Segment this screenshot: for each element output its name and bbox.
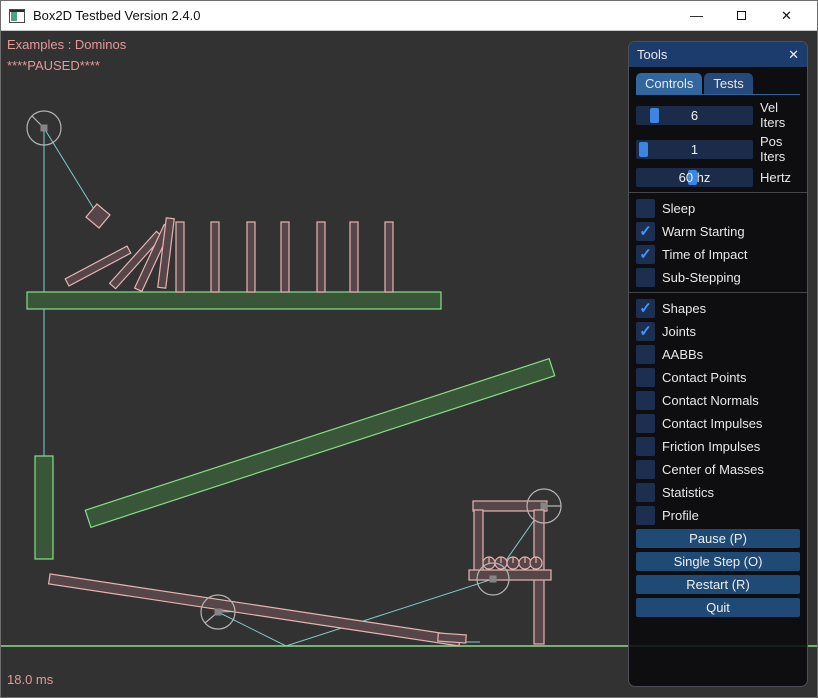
vel-iters-value: 6 xyxy=(636,108,753,123)
checkbox-box[interactable]: ✓ xyxy=(636,222,655,241)
checkbox-shapes[interactable]: ✓ Shapes xyxy=(636,299,800,318)
minimize-button[interactable]: — xyxy=(674,8,719,23)
close-button[interactable]: ✕ xyxy=(764,8,809,24)
checkbox-box[interactable]: ✓ xyxy=(636,414,655,433)
checkbox-profile[interactable]: ✓ Profile xyxy=(636,506,800,525)
domino[interactable] xyxy=(317,222,325,292)
checkbox-friction-impulses[interactable]: ✓ Friction Impulses xyxy=(636,437,800,456)
check-icon: ✓ xyxy=(639,301,652,316)
maximize-icon xyxy=(737,11,746,20)
hertz-label: Hertz xyxy=(760,170,791,185)
pos-iters-slider[interactable]: 1 xyxy=(636,140,753,159)
checkbox-time-of-impact[interactable]: ✓ Time of Impact xyxy=(636,245,800,264)
single-step-button[interactable]: Single Step (O) xyxy=(636,552,800,571)
tools-panel-titlebar[interactable]: Tools ✕ xyxy=(629,42,807,67)
vel-iters-label: Vel Iters xyxy=(760,100,800,130)
tools-panel: Tools ✕ Controls Tests 6 Vel Iters xyxy=(628,41,808,687)
checkbox-box[interactable]: ✓ xyxy=(636,299,655,318)
separator xyxy=(629,192,807,193)
checkbox-sub-stepping[interactable]: ✓ Sub-Stepping xyxy=(636,268,800,287)
checkbox-warm-starting[interactable]: ✓ Warm Starting xyxy=(636,222,800,241)
checkbox-box[interactable]: ✓ xyxy=(636,268,655,287)
checkbox-box[interactable]: ✓ xyxy=(636,322,655,341)
frame-shelf[interactable] xyxy=(469,570,551,580)
pos-iters-value: 1 xyxy=(636,142,753,157)
example-label: Examples : Dominos xyxy=(7,37,126,52)
tab-controls[interactable]: Controls xyxy=(636,73,702,94)
app-icon xyxy=(9,9,25,23)
domino[interactable] xyxy=(385,222,393,292)
window-titlebar[interactable]: Box2D Testbed Version 2.4.0 — ✕ xyxy=(1,1,817,31)
pendulum-box[interactable] xyxy=(86,204,110,228)
domino[interactable] xyxy=(211,222,219,292)
check-icon: ✓ xyxy=(639,224,652,239)
checkbox-statistics[interactable]: ✓ Statistics xyxy=(636,483,800,502)
checkbox-contact-normals[interactable]: ✓ Contact Normals xyxy=(636,391,800,410)
pause-button[interactable]: Pause (P) xyxy=(636,529,800,548)
check-icon: ✓ xyxy=(639,247,652,262)
panel-close-icon[interactable]: ✕ xyxy=(788,47,799,63)
checkbox-sleep[interactable]: ✓ Sleep xyxy=(636,199,800,218)
domino[interactable] xyxy=(350,222,358,292)
checkbox-box[interactable]: ✓ xyxy=(636,460,655,479)
restart-button[interactable]: Restart (R) xyxy=(636,575,800,594)
tools-panel-title: Tools xyxy=(637,47,667,62)
joint-anchor xyxy=(215,609,222,616)
frame-time-label: 18.0 ms xyxy=(7,672,53,687)
pos-iters-label: Pos Iters xyxy=(760,134,800,164)
domino[interactable] xyxy=(176,222,184,292)
checkbox-box[interactable]: ✓ xyxy=(636,437,655,456)
checkbox-box[interactable]: ✓ xyxy=(636,483,655,502)
hertz-value: 60 hz xyxy=(636,170,753,185)
frame-left-post[interactable] xyxy=(474,510,483,579)
checkbox-box[interactable]: ✓ xyxy=(636,391,655,410)
tab-tests[interactable]: Tests xyxy=(704,73,752,94)
checkbox-box[interactable]: ✓ xyxy=(636,245,655,264)
vel-iters-slider[interactable]: 6 xyxy=(636,106,753,125)
checkbox-contact-points[interactable]: ✓ Contact Points xyxy=(636,368,800,387)
domino-platform xyxy=(27,292,441,309)
window-controls: — ✕ xyxy=(674,8,809,24)
tab-bar: Controls Tests xyxy=(636,73,800,95)
checkbox-joints[interactable]: ✓ Joints xyxy=(636,322,800,341)
checkbox-box[interactable]: ✓ xyxy=(636,345,655,364)
joint-anchor xyxy=(490,576,497,583)
quit-button[interactable]: Quit xyxy=(636,598,800,617)
slider-row-hertz: 60 hz Hertz xyxy=(636,168,800,187)
checkbox-box[interactable]: ✓ xyxy=(636,368,655,387)
checkbox-contact-impulses[interactable]: ✓ Contact Impulses xyxy=(636,414,800,433)
checkbox-box[interactable]: ✓ xyxy=(636,506,655,525)
vertical-column xyxy=(35,456,53,559)
checkbox-box[interactable]: ✓ xyxy=(636,199,655,218)
maximize-button[interactable] xyxy=(719,8,764,23)
checkbox-aabbs[interactable]: ✓ AABBs xyxy=(636,345,800,364)
domino[interactable] xyxy=(247,222,255,292)
checkbox-center-of-masses[interactable]: ✓ Center of Masses xyxy=(636,460,800,479)
fallen-piece[interactable] xyxy=(438,633,466,643)
joint-anchor xyxy=(541,503,548,510)
paused-label: ****PAUSED**** xyxy=(7,58,100,73)
window-title: Box2D Testbed Version 2.4.0 xyxy=(33,8,200,23)
joint-anchor xyxy=(41,125,48,132)
slider-row-pos-iters: 1 Pos Iters xyxy=(636,134,800,164)
domino-row[interactable] xyxy=(65,218,393,292)
hertz-slider[interactable]: 60 hz xyxy=(636,168,753,187)
slider-row-vel-iters: 6 Vel Iters xyxy=(636,100,800,130)
scene-area: Examples : Dominos ****PAUSED**** 18.0 m… xyxy=(1,31,817,697)
app-window: Box2D Testbed Version 2.4.0 — ✕ xyxy=(0,0,818,698)
domino[interactable] xyxy=(281,222,289,292)
check-icon: ✓ xyxy=(639,324,652,339)
separator xyxy=(629,292,807,293)
